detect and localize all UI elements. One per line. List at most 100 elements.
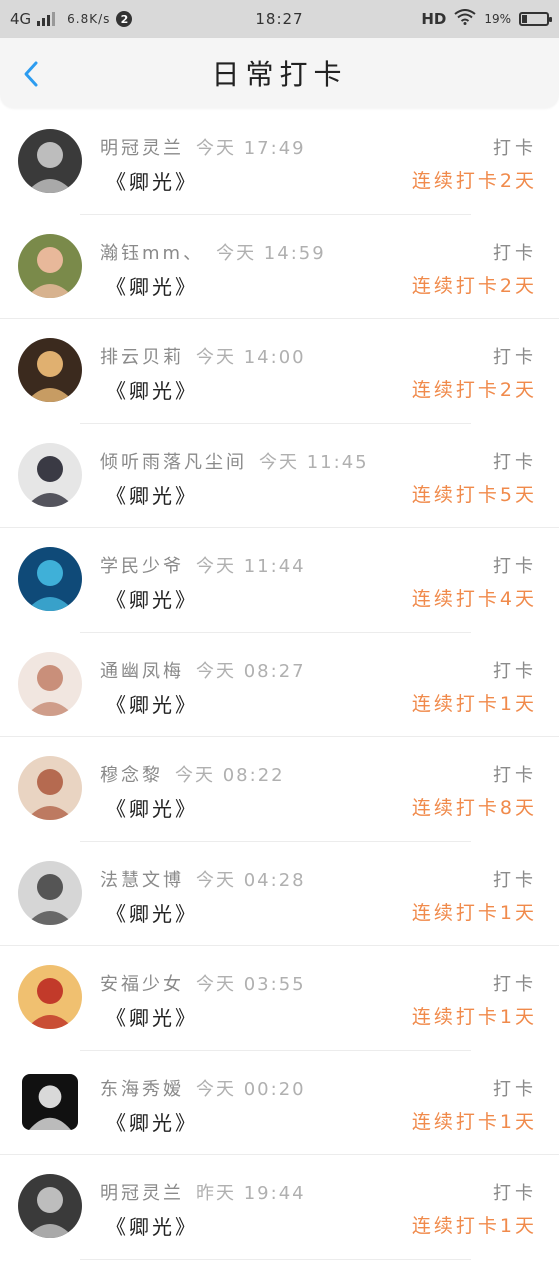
checkin-time: 今天 11:45 xyxy=(259,451,369,473)
status-bar: 4G 6.8K/s 2 18:27 HD 19% xyxy=(0,0,559,38)
streak-label: 连续打卡8天 xyxy=(411,797,537,819)
name-line: 安福少女 今天 03:55 xyxy=(100,970,306,996)
book-title: 《卿光》 xyxy=(106,483,198,508)
book-title: 《卿光》 xyxy=(106,901,198,926)
book-title: 《卿光》 xyxy=(106,797,198,821)
streak-label: 连续打卡1天 xyxy=(411,692,537,715)
list-item[interactable]: 明冠灵兰 昨天 19:44 《卿光》 打卡连续打卡1天 xyxy=(0,1155,559,1260)
list-item[interactable]: 明冠灵兰 今天 17:49 《卿光》 打卡 连续打卡2天 xyxy=(0,110,559,215)
avatar[interactable] xyxy=(18,756,82,820)
checkin-label: 打卡 xyxy=(493,660,537,682)
user-name[interactable]: 排云贝莉 xyxy=(100,347,184,368)
user-name[interactable]: 瀚钰mm、 xyxy=(100,243,204,264)
list-item[interactable]: 通幽凤梅 今天 08:27 《卿光》 打卡连续打卡1天 xyxy=(0,633,559,737)
checkin-time: 今天 04:28 xyxy=(196,869,306,891)
name-line: 东海秀嫒 今天 00:20 xyxy=(100,1075,306,1101)
streak-label: 连续打卡5天 xyxy=(411,483,537,506)
streak-label: 连续打卡1天 xyxy=(411,1110,537,1133)
checkin-time: 今天 08:27 xyxy=(196,660,306,682)
avatar[interactable] xyxy=(18,338,82,402)
list-item[interactable]: 倾听雨落凡尘间 今天 11:45 《卿光》 打卡连续打卡5天 xyxy=(0,424,559,528)
checkin-label: 打卡 xyxy=(493,556,537,577)
avatar[interactable] xyxy=(18,860,82,925)
user-name[interactable]: 倾听雨落凡尘间 xyxy=(100,452,247,473)
battery-percent: 19% xyxy=(484,12,511,26)
avatar[interactable] xyxy=(18,129,82,193)
book-title: 《卿光》 xyxy=(106,274,198,299)
user-name[interactable]: 明冠灵兰 xyxy=(100,138,184,159)
streak-label: 连续打卡2天 xyxy=(411,170,537,192)
book-title: 《卿光》 xyxy=(106,1110,198,1135)
list-item[interactable]: 穆念黎 今天 08:22 《卿光》 打卡连续打卡8天 xyxy=(0,737,559,842)
list-item[interactable]: 东海秀嫒 今天 00:20 《卿光》 打卡连续打卡1天 xyxy=(0,1051,559,1155)
user-name[interactable]: 东海秀嫒 xyxy=(100,1079,184,1100)
signal-icon xyxy=(37,12,56,26)
checkin-label: 打卡 xyxy=(493,869,537,891)
book-title: 《卿光》 xyxy=(106,588,198,612)
checkin-label: 打卡 xyxy=(493,1183,537,1204)
checkin-label: 打卡 xyxy=(493,138,537,159)
notification-badge: 2 xyxy=(116,11,133,27)
battery-icon xyxy=(519,12,552,26)
row-divider xyxy=(80,1258,471,1260)
book-title: 《卿光》 xyxy=(106,1215,198,1239)
user-name[interactable]: 安福少女 xyxy=(100,974,184,995)
user-name[interactable]: 法慧文博 xyxy=(100,870,184,891)
checkin-time: 今天 08:22 xyxy=(175,765,285,786)
hd-indicator: HD xyxy=(421,10,447,28)
page-title: 日常打卡 xyxy=(211,58,348,91)
user-name[interactable]: 穆念黎 xyxy=(100,765,163,786)
streak-label: 连续打卡2天 xyxy=(411,379,537,401)
name-line: 通幽凤梅 今天 08:27 xyxy=(100,657,306,683)
checkin-label: 打卡 xyxy=(493,347,537,368)
checkin-label: 打卡 xyxy=(493,765,537,786)
checkin-label: 打卡 xyxy=(493,1078,537,1100)
list-item[interactable]: 学民少爷 今天 11:44 《卿光》 打卡连续打卡4天 xyxy=(0,528,559,633)
avatar[interactable] xyxy=(18,547,82,611)
streak-label: 连续打卡1天 xyxy=(411,1006,537,1028)
name-line: 穆念黎 今天 08:22 xyxy=(100,761,285,787)
checkin-time: 今天 14:00 xyxy=(196,347,306,368)
name-line: 明冠灵兰 昨天 19:44 xyxy=(100,1179,306,1205)
checkin-time: 今天 17:49 xyxy=(196,138,306,159)
back-button[interactable] xyxy=(18,60,44,88)
checkin-time: 今天 03:55 xyxy=(196,974,306,995)
list-item[interactable]: 瀚钰mm、 今天 14:59 《卿光》 打卡连续打卡2天 xyxy=(0,215,559,319)
book-title: 《卿光》 xyxy=(106,1006,198,1030)
checkin-time: 今天 11:44 xyxy=(196,556,306,577)
avatar[interactable] xyxy=(18,1174,82,1238)
chevron-left-icon xyxy=(24,61,38,87)
name-line: 排云贝莉 今天 14:00 xyxy=(100,343,306,369)
name-line: 学民少爷 今天 11:44 xyxy=(100,552,306,578)
checkin-time: 昨天 19:44 xyxy=(196,1183,306,1204)
user-name[interactable]: 通幽凤梅 xyxy=(100,661,184,682)
book-title: 《卿光》 xyxy=(106,692,198,717)
avatar[interactable] xyxy=(18,233,82,298)
checkin-label: 打卡 xyxy=(493,451,537,473)
network-type: 4G xyxy=(10,10,32,28)
avatar[interactable] xyxy=(18,965,82,1029)
name-line: 法慧文博 今天 04:28 xyxy=(100,866,306,892)
checkin-time: 今天 14:59 xyxy=(216,242,326,264)
streak-label: 连续打卡2天 xyxy=(411,274,537,297)
list-item[interactable]: 排云贝莉 今天 14:00 《卿光》 打卡连续打卡2天 xyxy=(0,319,559,424)
book-title: 《卿光》 xyxy=(106,379,198,403)
list-item[interactable]: 安福少女 今天 03:55 《卿光》 打卡连续打卡1天 xyxy=(0,946,559,1051)
name-line: 瀚钰mm、 今天 14:59 xyxy=(100,239,326,265)
user-name[interactable]: 明冠灵兰 xyxy=(100,1183,184,1204)
checkin-label: 打卡 xyxy=(493,974,537,995)
streak-label: 连续打卡4天 xyxy=(411,588,537,610)
streak-label: 连续打卡1天 xyxy=(411,901,537,924)
list-item[interactable]: 法慧文博 今天 04:28 《卿光》 打卡连续打卡1天 xyxy=(0,842,559,946)
status-right: HD 19% xyxy=(421,9,552,29)
checkin-label: 打卡 xyxy=(493,242,537,264)
avatar[interactable] xyxy=(18,651,82,716)
name-line: 倾听雨落凡尘间 今天 11:45 xyxy=(100,448,369,474)
name-line: 明冠灵兰 今天 17:49 xyxy=(100,134,306,160)
user-name[interactable]: 学民少爷 xyxy=(100,556,184,577)
avatar[interactable] xyxy=(18,442,82,507)
status-left: 4G 6.8K/s 2 xyxy=(10,10,421,28)
streak-label: 连续打卡1天 xyxy=(411,1215,537,1237)
wifi-icon xyxy=(454,9,476,29)
avatar[interactable] xyxy=(22,1073,78,1130)
